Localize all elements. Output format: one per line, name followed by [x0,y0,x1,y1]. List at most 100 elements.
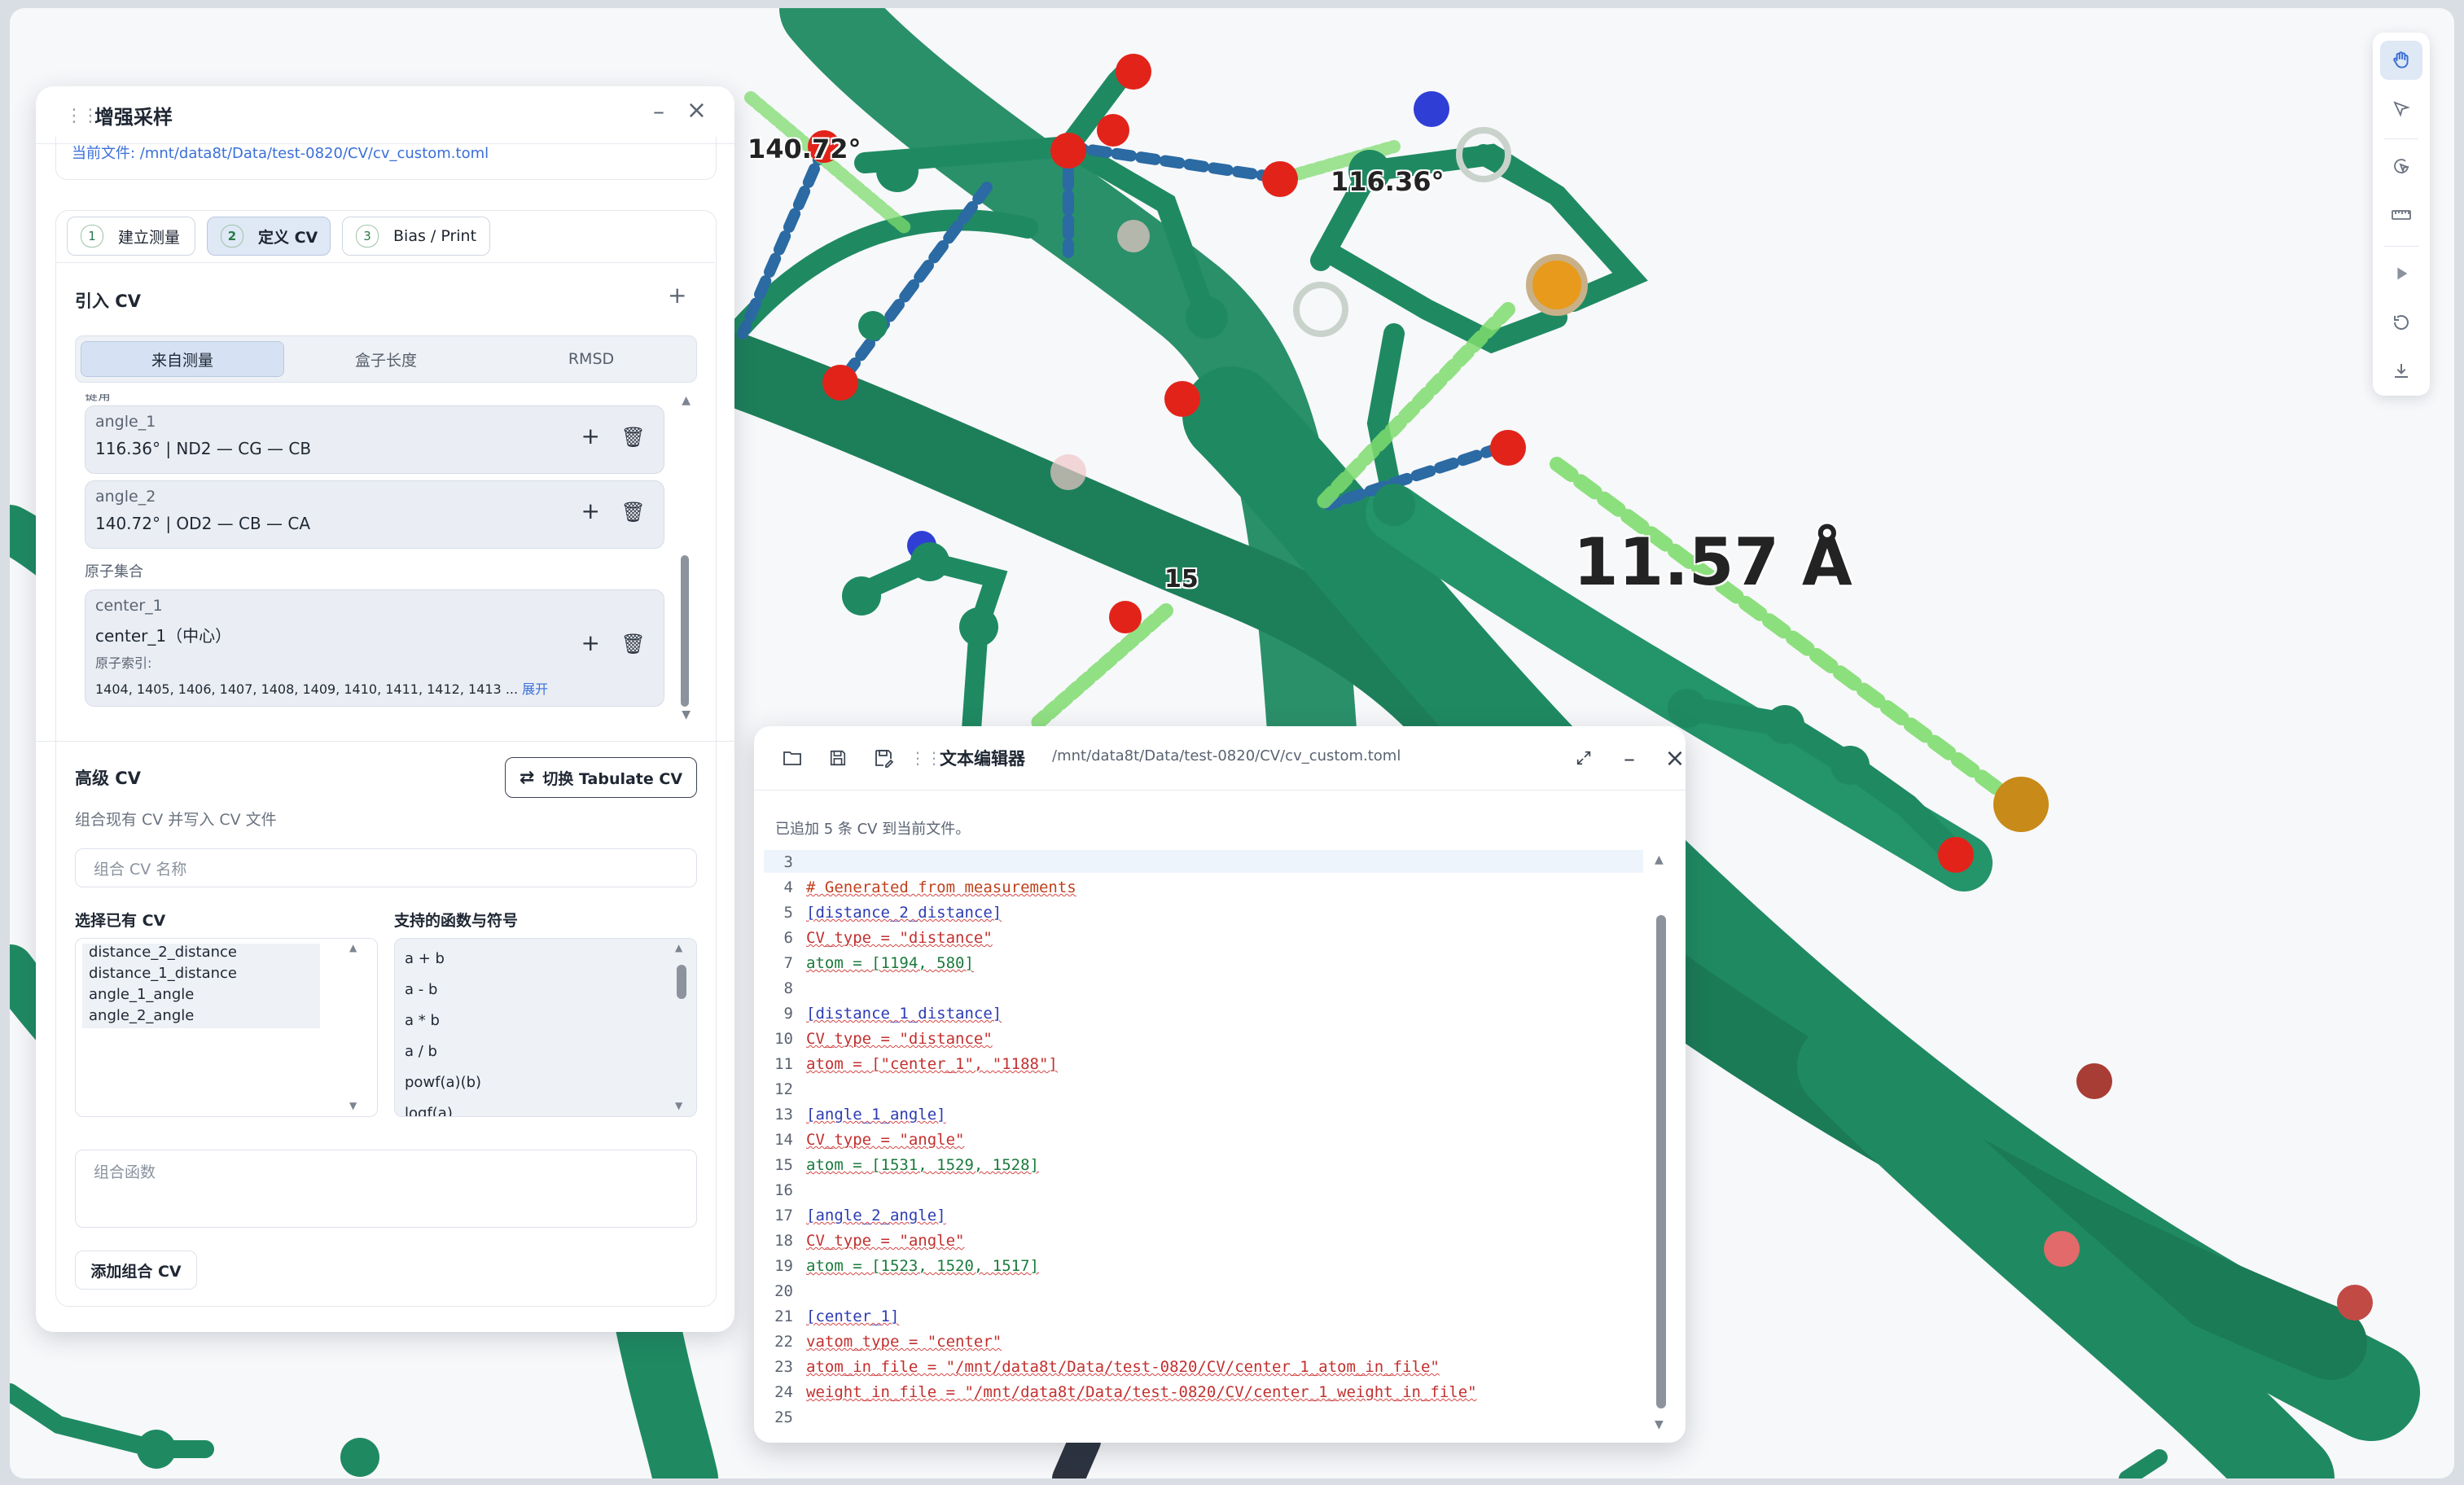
list-item[interactable]: a / b [405,1043,437,1060]
save-as-icon[interactable] [871,746,896,770]
list-item-center-1[interactable]: center_1 center_1（中心） 原子索引: 1404, 1405, … [85,589,664,707]
drag-handle-icon[interactable]: ⋮⋮ [910,746,942,770]
cv-name: center_1 [95,597,163,615]
code-line: atom_in_file = "/mnt/data8t/Data/test-08… [806,1358,1440,1376]
current-line-highlight [764,850,1643,873]
trash-icon[interactable]: 🗑 [621,633,646,655]
scrollbar-thumb[interactable] [677,965,686,999]
scrollbar-thumb[interactable] [1656,915,1666,1408]
scroll-up-arrow[interactable]: ▲ [675,942,682,953]
add-combo-cv-button[interactable]: 添加组合 CV [75,1251,197,1290]
add-cv-icon[interactable]: + [668,282,686,309]
switch-tabulate-label: 切换 Tabulate CV [542,769,683,788]
code-line: CV_type = "angle" [806,1232,965,1250]
ruler-icon[interactable] [2380,195,2422,234]
cv-value: 116.36° | ND2 — CG — CB [95,439,312,458]
tab-box-length[interactable]: 盒子长度 [284,341,488,377]
combo-function-input[interactable]: 组合函数 [75,1150,697,1228]
expand-link[interactable]: 展开 [522,681,548,697]
add-icon[interactable]: + [581,423,600,449]
line-number: 17 [774,1207,793,1224]
code-area[interactable]: 3 4 # Generated from measurements 5 [distanc… [764,850,1668,1431]
scroll-down-arrow[interactable]: ▼ [675,1100,682,1111]
list-item-angle-1[interactable]: angle_1 116.36° | ND2 — CG — CB + 🗑 [85,405,664,474]
maximize-icon[interactable] [1572,746,1596,770]
close-icon[interactable]: × [1663,744,1686,773]
list-item[interactable]: a + b [405,950,445,967]
reset-icon[interactable] [2380,303,2422,342]
list-item[interactable]: angle_2_angle [89,1007,194,1024]
advanced-hint: 组合现有 CV 并写入 CV 文件 [75,811,277,829]
cv-value: 140.72° | OD2 — CB — CA [95,514,311,533]
tab-from-measurement[interactable]: 来自测量 [81,341,284,377]
line-number: 20 [774,1282,793,1300]
add-icon[interactable]: + [581,497,600,524]
code-line: [distance_1_distance] [806,1005,1002,1023]
line-number: 25 [774,1408,793,1426]
list-item[interactable]: powf(a)(b) [405,1074,481,1091]
angle-label-1: 116.36° [1331,166,1445,197]
scroll-up-arrow[interactable]: ▲ [349,942,357,953]
drag-handle-icon[interactable]: ⋮⋮ [65,106,99,126]
list-item[interactable]: distance_1_distance [89,965,237,982]
list-item[interactable]: distance_2_distance [89,944,237,961]
step-number: 3 [356,225,379,248]
text-editor-window: ⋮⋮ 文本编辑器 /mnt/data8t/Data/test-0820/CV/c… [754,726,1686,1443]
code-line: atom = ["center_1", "1188"] [806,1055,1058,1073]
close-button[interactable]: × [686,96,707,125]
advanced-cv-title: 高级 CV [75,769,141,788]
cv-value: center_1（中心） [95,626,232,646]
code-line: vatom_type = "center" [806,1333,1002,1351]
list-item[interactable]: logf(a) [405,1105,453,1116]
scroll-down-arrow[interactable]: ▼ [1655,1418,1664,1431]
line-number: 13 [774,1106,793,1124]
download-icon[interactable] [2380,352,2422,391]
toolbar-divider [2384,138,2418,139]
line-number: 12 [774,1080,793,1098]
list-item-angle-2[interactable]: angle_2 140.72° | OD2 — CB — CA + 🗑 [85,480,664,549]
step-label: Bias / Print [393,227,477,245]
step-number: 2 [221,225,243,248]
rotate-select-icon[interactable] [2380,147,2422,186]
switch-tabulate-button[interactable]: ⇄ 切换 Tabulate CV [505,757,697,798]
scroll-down-arrow[interactable]: ▼ [682,708,691,721]
list-item[interactable]: a * b [405,1012,440,1029]
scrollbar-thumb[interactable] [681,555,689,707]
scroll-up-arrow[interactable]: ▲ [682,394,691,407]
existing-cv-listbox[interactable]: distance_2_distance distance_1_distance … [75,938,378,1117]
functions-listbox[interactable]: a + b a - b a * b a / b powf(a)(b) logf(… [394,938,697,1117]
step-bias-print[interactable]: 3 Bias / Print [342,217,490,256]
list-item[interactable]: a - b [405,981,437,998]
code-line: CV_type = "distance" [806,929,993,947]
folder-icon[interactable] [780,746,805,770]
play-icon[interactable] [2380,254,2422,293]
step-build-measurement[interactable]: 1 建立测量 [67,217,195,256]
editor-title: 文本编辑器 [940,749,1025,769]
trash-icon[interactable]: 🗑 [621,426,646,449]
toolbar-divider [2384,246,2418,247]
divider [36,741,734,742]
minimize-icon[interactable]: – [1617,745,1642,772]
add-icon[interactable]: + [581,629,600,656]
step-label: 定义 CV [258,228,318,247]
line-number: 11 [774,1055,793,1073]
combo-cv-name-input[interactable]: 组合 CV 名称 [75,848,697,887]
save-icon[interactable] [826,746,850,770]
molecular-viewer[interactable]: 140.72° 116.36° 11.57 Å 15 ⋮⋮ 增强采样 – × 当… [10,8,2454,1478]
code-line: [distance_2_distance] [806,904,1002,922]
code-line: atom = [1194, 580] [806,954,974,972]
step-define-cv[interactable]: 2 定义 CV [207,217,331,256]
atom-index-label: 原子索引: [95,655,152,671]
scroll-up-arrow[interactable]: ▲ [1655,853,1664,866]
pointer-icon[interactable] [2380,90,2422,129]
import-cv-title: 引入 CV [75,291,141,311]
minimize-button[interactable]: – [653,98,664,125]
scroll-down-arrow[interactable]: ▼ [349,1100,357,1111]
trash-icon[interactable]: 🗑 [621,501,646,523]
code-line: [angle_2_angle] [806,1207,946,1224]
tab-rmsd[interactable]: RMSD [489,341,693,377]
list-item[interactable]: angle_1_angle [89,986,194,1003]
hand-icon[interactable] [2380,41,2422,80]
editor-header: ⋮⋮ 文本编辑器 /mnt/data8t/Data/test-0820/CV/c… [754,726,1686,791]
cv-source-list[interactable]: 键角 angle_1 116.36° | ND2 — CG — CB + 🗑 a… [75,394,697,801]
